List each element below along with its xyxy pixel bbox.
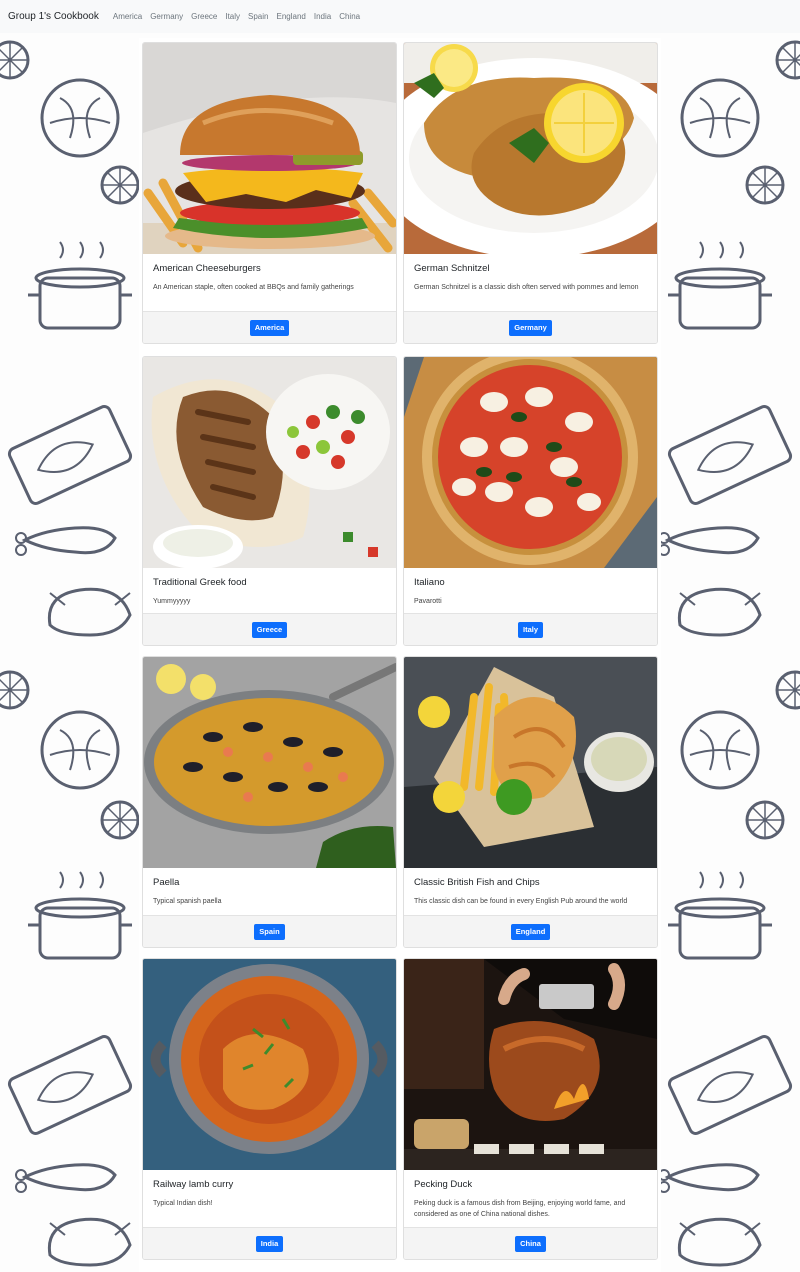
recipe-card-spain: Paella Typical spanish paella Spain xyxy=(142,656,397,948)
card-title: Italiano xyxy=(414,577,445,588)
card-title: Railway lamb curry xyxy=(153,1179,234,1190)
card-footer: England xyxy=(404,915,657,947)
recipe-card-america: American Cheeseburgers An American stapl… xyxy=(142,42,397,344)
card-footer: Italy xyxy=(404,613,657,645)
card-footer: Spain xyxy=(143,915,396,947)
card-title: Traditional Greek food xyxy=(153,577,247,588)
card-text: Typical spanish paella xyxy=(153,898,222,905)
spain-button[interactable]: Spain xyxy=(254,923,285,940)
nav-link-germany[interactable]: Germany xyxy=(150,12,183,21)
nav-link-greece[interactable]: Greece xyxy=(191,12,217,21)
pizza-photo xyxy=(404,357,657,568)
card-body: Classic British Fish and Chips This clas… xyxy=(404,868,657,907)
nav-link-england[interactable]: England xyxy=(276,12,305,21)
card-text: Yummyyyyy xyxy=(153,598,191,605)
recipe-card-china: Pecking Duck Peking duck is a famous dis… xyxy=(403,958,658,1260)
card-footer: Germany xyxy=(404,311,657,343)
nav-link-spain[interactable]: Spain xyxy=(248,12,268,21)
card-text: Pavarotti xyxy=(414,598,442,605)
recipe-card-italy: Italiano Pavarotti Italy xyxy=(403,356,658,646)
card-footer: China xyxy=(404,1227,657,1259)
peking-duck-photo xyxy=(404,959,657,1170)
schnitzel-photo xyxy=(404,43,657,254)
italy-button[interactable]: Italy xyxy=(517,621,543,638)
recipe-card-england: Classic British Fish and Chips This clas… xyxy=(403,656,658,948)
card-text: Typical Indian dish! xyxy=(153,1200,213,1207)
card-title: American Cheeseburgers xyxy=(153,263,261,274)
card-title: Classic British Fish and Chips xyxy=(414,877,540,888)
card-text: An American staple, often cooked at BBQs… xyxy=(153,284,354,291)
card-text: German Schnitzel is a classic dish often… xyxy=(414,284,639,291)
england-button[interactable]: England xyxy=(510,923,551,940)
card-body: Railway lamb curry Typical Indian dish! xyxy=(143,1170,396,1209)
card-text: This classic dish can be found in every … xyxy=(414,898,628,905)
card-title: German Schnitzel xyxy=(414,263,490,274)
card-title: Pecking Duck xyxy=(414,1179,473,1190)
navbar: Group 1's Cookbook America Germany Greec… xyxy=(0,0,800,33)
curry-photo xyxy=(143,959,396,1170)
nav-link-italy[interactable]: Italy xyxy=(225,12,240,21)
card-body: Traditional Greek food Yummyyyyy xyxy=(143,568,396,607)
card-body: Italiano Pavarotti xyxy=(404,568,657,607)
card-text: Peking duck is a famous dish from Beijin… xyxy=(414,1200,626,1218)
card-footer: India xyxy=(143,1227,396,1259)
recipe-card-greece: Traditional Greek food Yummyyyyy Greece xyxy=(142,356,397,646)
recipe-card-germany: German Schnitzel German Schnitzel is a c… xyxy=(403,42,658,344)
germany-button[interactable]: Germany xyxy=(509,319,552,336)
fish-and-chips-photo xyxy=(404,657,657,868)
gyro-photo xyxy=(143,357,396,568)
card-body: Pecking Duck Peking duck is a famous dis… xyxy=(404,1170,657,1220)
card-footer: America xyxy=(143,311,396,343)
card-body: Paella Typical spanish paella xyxy=(143,868,396,907)
brand-link[interactable]: Group 1's Cookbook xyxy=(8,11,99,22)
card-body: American Cheeseburgers An American stapl… xyxy=(143,254,396,293)
nav-link-america[interactable]: America xyxy=(113,12,142,21)
paella-photo xyxy=(143,657,396,868)
burger-photo xyxy=(143,43,396,254)
india-button[interactable]: India xyxy=(255,1235,284,1252)
china-button[interactable]: China xyxy=(515,1235,546,1252)
greece-button[interactable]: Greece xyxy=(251,621,288,638)
nav-link-india[interactable]: India xyxy=(314,12,331,21)
card-title: Paella xyxy=(153,877,180,888)
card-body: German Schnitzel German Schnitzel is a c… xyxy=(404,254,657,293)
card-footer: Greece xyxy=(143,613,396,645)
america-button[interactable]: America xyxy=(249,319,290,336)
nav-link-china[interactable]: China xyxy=(339,12,360,21)
recipe-card-india: Railway lamb curry Typical Indian dish! … xyxy=(142,958,397,1260)
